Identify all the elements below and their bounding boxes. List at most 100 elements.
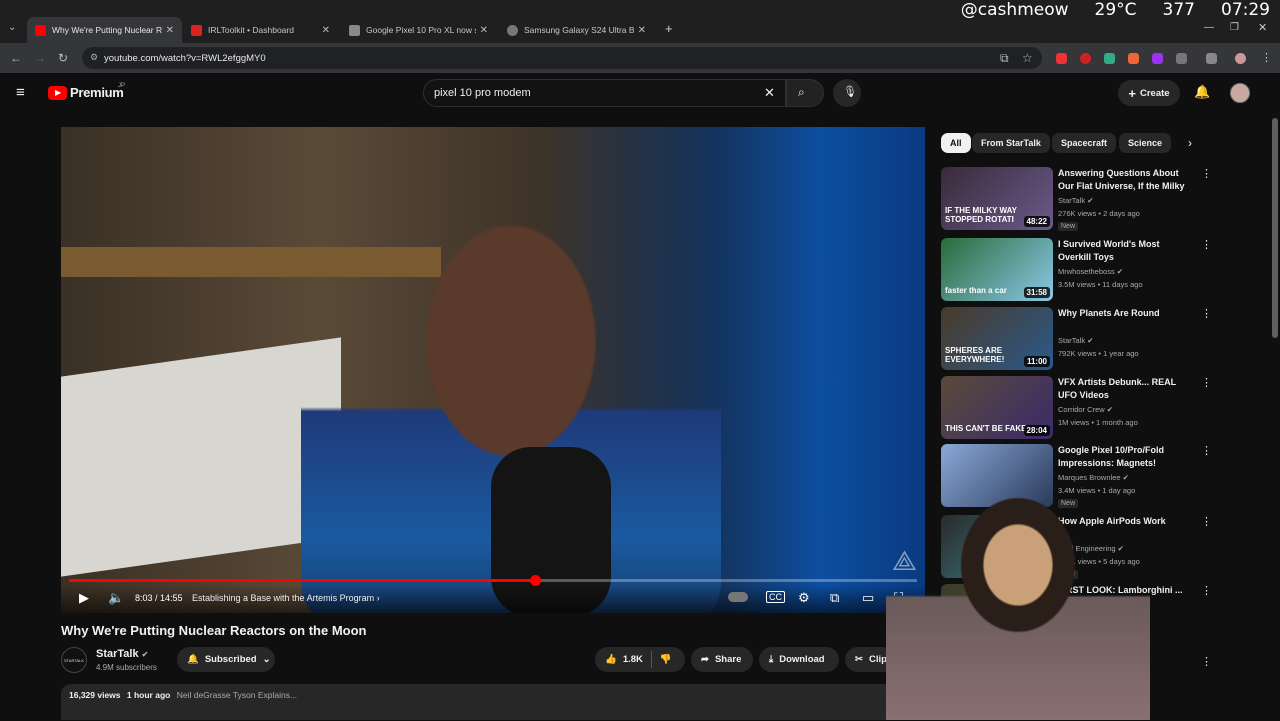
more-options-icon[interactable]: ⋮ [1201,167,1212,180]
close-tab-icon[interactable]: ✕ [480,25,488,36]
extensions-puzzle-icon[interactable] [1176,53,1187,64]
tab-samsung-bench[interactable]: Samsung Galaxy S24 Ultra Benc ✕ [499,17,654,43]
channel-avatar[interactable]: STARTALK [61,647,87,673]
close-window-icon[interactable]: ✕ [1258,21,1267,34]
install-app-icon[interactable]: ⧉ [1000,51,1009,66]
more-options-icon[interactable]: ⋮ [1201,238,1212,251]
close-tab-icon[interactable]: ✕ [322,25,330,36]
url-field[interactable]: ⚙ youtube.com/watch?v=RWL2efggMY0 [82,47,1042,69]
forward-icon[interactable]: → [34,51,46,65]
back-icon[interactable]: ← [10,51,22,65]
chevron-right-icon[interactable]: › [1188,136,1192,150]
notifications-bell-icon[interactable]: 🔔 [1194,84,1210,100]
description-box[interactable]: 16,329 views 1 hour ago Neil deGrasse Ty… [61,684,925,720]
overlay-handle: @cashmeow [960,0,1069,20]
recommendation-thumbnail[interactable]: IF THE MILKY WAY STOPPED ROTATI 48:22 [941,167,1053,230]
thumbs-up-icon: 👍 [605,654,617,665]
verified-icon: ✔ [1087,196,1094,205]
bookmark-star-icon[interactable]: ☆ [1022,51,1033,65]
progress-bar[interactable] [69,575,917,586]
tab-irltoolkit[interactable]: IRLToolkit • Dashboard ✕ [183,17,338,43]
share-button[interactable]: ➦ Share [691,647,753,672]
tab-youtube[interactable]: Why We're Putting Nuclear Re ✕ [27,17,182,43]
more-options-icon[interactable]: ⋮ [1201,515,1212,528]
reload-icon[interactable]: ↻ [58,51,68,65]
recommendation-item[interactable]: SPHERES ARE EVERYWHERE! 11:00 Why Planets … [941,307,1271,373]
search-input[interactable]: pixel 10 pro modem ✕ [423,79,786,107]
recommendation-thumbnail[interactable]: THIS CAN'T BE FAKE. 28:04 [941,376,1053,439]
download-button[interactable]: ⤓ Download [759,647,839,672]
miniplayer-icon[interactable]: ⧉ [830,590,839,606]
more-options-icon[interactable]: ⋮ [1201,655,1212,668]
restore-icon[interactable]: ❐ [1230,22,1239,33]
recommendation-thumbnail[interactable]: SPHERES ARE EVERYWHERE! 11:00 [941,307,1053,370]
subscribed-button[interactable]: 🔔 Subscribed ⌄ [177,647,275,672]
youtube-logo-icon[interactable]: ▶ [48,86,67,100]
chip-spacecraft[interactable]: Spacecraft [1052,133,1117,153]
chip-from-startalk[interactable]: From StarTalk [972,133,1050,153]
video-player[interactable]: ⟁ ▶ 🔈 8:03 / 14:55 Establishing a Base w… [61,127,925,613]
account-avatar[interactable] [1230,83,1250,103]
browser-menu-icon[interactable]: ⋮ [1261,51,1272,64]
close-tab-icon[interactable]: ✕ [638,25,646,36]
extension-icon[interactable] [1056,53,1067,64]
scrollbar[interactable] [1272,118,1278,338]
recommendation-title[interactable]: Why Planets Are Round [1058,307,1193,320]
subscriber-count: 4.9M subscribers [96,663,157,672]
more-options-icon[interactable]: ⋮ [1201,376,1212,389]
more-options-icon[interactable]: ⋮ [1201,444,1212,457]
verified-icon: ✔ [1087,336,1094,345]
url-text: youtube.com/watch?v=RWL2efggMY0 [104,52,266,64]
more-options-icon[interactable]: ⋮ [1201,584,1212,597]
dislike-button[interactable]: 👎 [652,654,680,665]
recommendation-channel[interactable]: Mrwhosetheboss ✔ [1058,267,1123,276]
player-controls: ▶ 🔈 8:03 / 14:55 Establishing a Base wit… [61,585,925,613]
chip-all[interactable]: All [941,133,971,153]
close-tab-icon[interactable]: ✕ [166,25,174,36]
extension-icon[interactable] [1104,53,1115,64]
recommendation-item[interactable]: THIS CAN'T BE FAKE. 28:04 VFX Artists Debu… [941,376,1271,442]
subtitles-cc-icon[interactable]: CC [766,591,785,603]
recommendation-channel[interactable]: StarTalk ✔ [1058,196,1093,205]
new-tab-icon[interactable]: + [665,21,673,36]
recommendation-title[interactable]: VFX Artists Debunk... REAL UFO Videos [1058,376,1193,402]
autoplay-toggle[interactable] [728,592,748,602]
tab-pixel-news[interactable]: Google Pixel 10 Pro XL now sp ✕ [341,17,496,43]
volume-icon[interactable]: 🔈 [108,590,124,606]
minimize-icon[interactable]: — [1204,22,1214,33]
chip-science[interactable]: Science [1119,133,1172,153]
theater-mode-icon[interactable]: ▭ [862,590,874,606]
recommendation-item[interactable]: faster than a car 31:58 I Survived World's… [941,238,1271,304]
extension-icon[interactable] [1080,53,1091,64]
overlay-count: 377 [1162,0,1195,20]
recommendation-title[interactable]: Answering Questions About Our Flat Unive… [1058,167,1193,194]
voice-search-button[interactable]: 🎙 [833,79,861,107]
profile-avatar[interactable] [1235,53,1246,64]
search-button[interactable]: ⌕ [786,79,824,107]
download-icon: ⤓ [769,654,774,665]
premium-brand[interactable]: Premium [70,85,124,100]
recommendation-channel[interactable]: StarTalk ✔ [1058,336,1093,345]
like-button[interactable]: 👍 1.8K [595,651,652,668]
recommendation-title[interactable]: Google Pixel 10/Pro/Fold Impressions: Ma… [1058,444,1193,470]
more-options-icon[interactable]: ⋮ [1201,307,1212,320]
recommendation-item[interactable]: IF THE MILKY WAY STOPPED ROTATI 48:22 Answ… [941,167,1271,233]
overlay-clock: 07:29 [1221,0,1270,20]
recommendation-thumbnail[interactable]: faster than a car 31:58 [941,238,1053,301]
settings-gear-icon[interactable]: ⚙ [798,590,810,606]
site-info-icon[interactable]: ⚙ [90,52,98,63]
stream-overlay: @cashmeow 29°C 377 07:29 [961,0,1270,20]
recommendation-title[interactable]: I Survived World's Most Overkill Toys [1058,238,1193,264]
tab-search-icon[interactable]: ⌄ [8,22,16,33]
extension-icon[interactable] [1128,53,1139,64]
play-icon[interactable]: ▶ [79,590,89,606]
channel-name[interactable]: StarTalk ✔ [96,648,148,660]
downloads-icon[interactable] [1206,53,1217,64]
duration-badge: 31:58 [1023,287,1050,298]
create-button[interactable]: + Create [1118,80,1180,106]
clear-search-icon[interactable]: ✕ [764,85,775,101]
recommendation-channel[interactable]: Corridor Crew ✔ [1058,405,1113,414]
hamburger-menu-icon[interactable]: ≡ [16,84,25,101]
chapter-title[interactable]: Establishing a Base with the Artemis Pro… [192,593,380,603]
extension-icon[interactable] [1152,53,1163,64]
